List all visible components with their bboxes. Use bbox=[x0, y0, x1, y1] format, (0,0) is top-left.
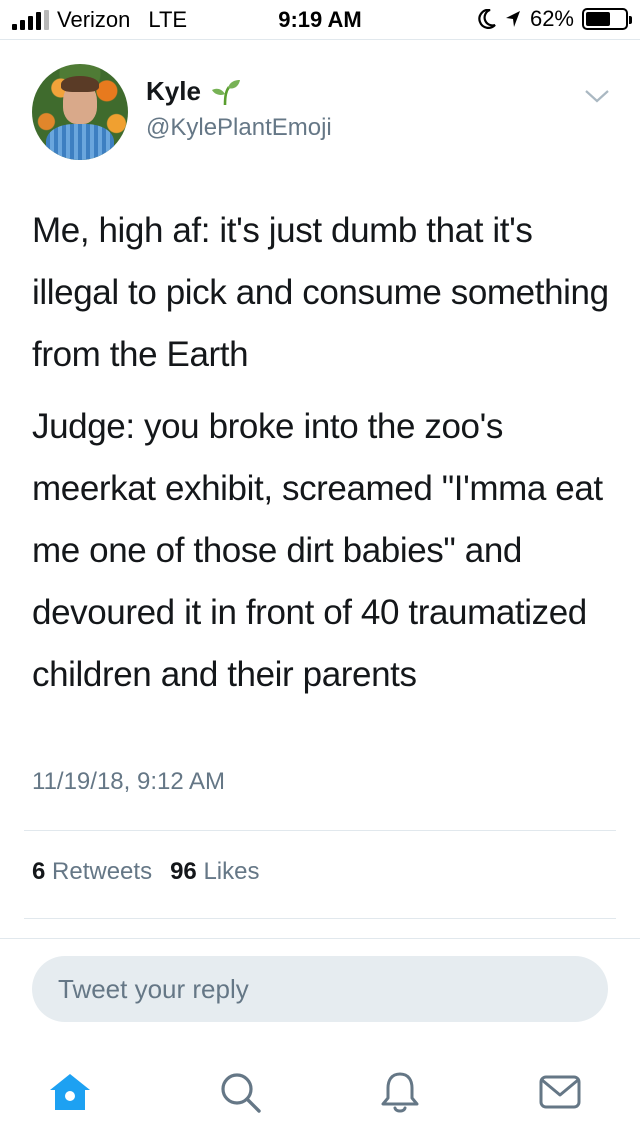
tab-notifications[interactable] bbox=[376, 1068, 424, 1116]
tweet-header: Kyle @KylePlantEmoji bbox=[0, 40, 640, 180]
avatar-hair bbox=[61, 76, 99, 92]
status-right: 62% bbox=[478, 6, 632, 32]
home-icon bbox=[50, 1074, 90, 1110]
display-name[interactable]: Kyle bbox=[146, 76, 201, 107]
likes-count: 96 bbox=[170, 858, 197, 885]
battery-icon bbox=[582, 8, 632, 30]
avatar[interactable] bbox=[32, 64, 128, 160]
chevron-down-icon[interactable] bbox=[584, 88, 610, 104]
battery-fill bbox=[586, 12, 610, 26]
battery-tip bbox=[629, 16, 632, 24]
retweets-stat[interactable]: 6 Retweets bbox=[32, 858, 152, 886]
tweet-text: Me, high af: it's just dumb that it's il… bbox=[32, 200, 622, 706]
user-handle[interactable]: @KylePlantEmoji bbox=[146, 114, 332, 142]
messages-icon bbox=[539, 1075, 581, 1109]
retweets-label: Retweets bbox=[52, 858, 153, 885]
divider bbox=[24, 830, 616, 831]
tweet-stats: 6 Retweets 96 Likes bbox=[32, 858, 259, 886]
reply-input[interactable]: Tweet your reply bbox=[32, 956, 608, 1022]
search-icon bbox=[221, 1073, 261, 1113]
battery-percent: 62% bbox=[529, 6, 574, 31]
retweets-count: 6 bbox=[32, 858, 46, 885]
tab-messages[interactable] bbox=[536, 1068, 584, 1116]
tab-search[interactable] bbox=[216, 1068, 264, 1116]
reply-bar-divider bbox=[0, 938, 640, 939]
divider bbox=[24, 918, 616, 919]
location-arrow-icon bbox=[505, 11, 520, 27]
tab-home[interactable] bbox=[46, 1068, 94, 1116]
sprout-icon bbox=[211, 79, 240, 105]
moon-icon bbox=[478, 9, 496, 29]
tweet-paragraph: Me, high af: it's just dumb that it's il… bbox=[32, 211, 609, 374]
tweet-timestamp: 11/19/18, 9:12 AM bbox=[32, 768, 226, 795]
likes-stat[interactable]: 96 Likes bbox=[170, 858, 259, 886]
notifications-icon bbox=[381, 1072, 419, 1113]
tab-bar bbox=[0, 1050, 640, 1136]
name-row[interactable]: Kyle bbox=[146, 76, 241, 107]
likes-label: Likes bbox=[203, 858, 260, 885]
avatar-shirt bbox=[46, 124, 114, 160]
tweet-paragraph: Judge: you broke into the zoo's meerkat … bbox=[32, 407, 603, 694]
status-bar: Verizon LTE 9:19 AM 62% bbox=[0, 0, 640, 40]
